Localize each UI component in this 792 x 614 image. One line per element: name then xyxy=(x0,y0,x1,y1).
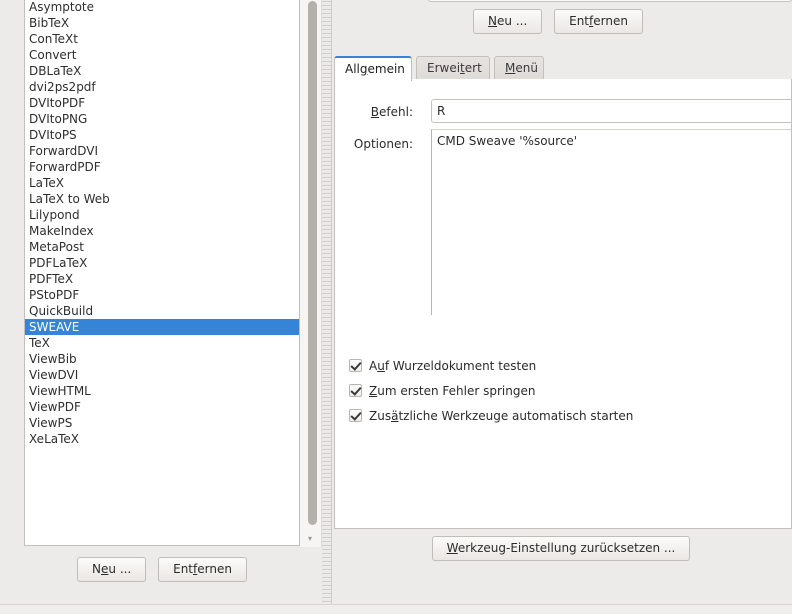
scroll-down-arrow-icon[interactable]: ▾ xyxy=(304,533,316,545)
tool-list-frame: Asymptote BibTeX ConTeXt Convert DBLaTeX dvi2… xyxy=(24,0,300,546)
tool-list-item[interactable]: LaTeX to Web xyxy=(25,191,299,207)
tool-list-item[interactable]: MetaPost xyxy=(25,239,299,255)
tool-list-button-row: Neu ... Entfernen xyxy=(24,557,300,582)
tab-label-prefix: All xyxy=(345,62,360,76)
pane-splitter-handle[interactable] xyxy=(322,0,332,604)
tab-label-suffix: enü xyxy=(515,61,538,75)
tool-list-item[interactable]: ViewDVI xyxy=(25,367,299,383)
tab-menue[interactable]: Menü xyxy=(494,56,544,80)
remove-config-button-suffix: ernen xyxy=(593,14,628,28)
tab-label-mnemonic: g xyxy=(359,62,368,76)
checkmark-icon[interactable] xyxy=(349,359,362,372)
command-input[interactable] xyxy=(431,99,791,123)
checkbox-label-suffix-0: f Wurzeldokument testen xyxy=(384,359,537,373)
truncated-combo-box[interactable] xyxy=(428,0,792,2)
tool-list-item[interactable]: DVItoPNG xyxy=(25,111,299,127)
tool-list-item[interactable]: LaTeX xyxy=(25,175,299,191)
reset-button-row: Werkzeug-Einstellung zurücksetzen ... xyxy=(332,536,790,561)
tab-allgemein[interactable]: Allgemein xyxy=(334,56,412,81)
tool-list-item[interactable]: ForwardDVI xyxy=(25,143,299,159)
reset-button-suffix: erkzeug-Einstellung zurücksetzen ... xyxy=(457,541,676,555)
tool-list-item[interactable]: DBLaTeX xyxy=(25,63,299,79)
remove-tool-button[interactable]: Entfernen xyxy=(158,557,247,582)
tool-list-item[interactable]: Lilypond xyxy=(25,207,299,223)
options-label-text: Optionen: xyxy=(353,137,413,151)
tool-list-item[interactable]: Asymptote xyxy=(25,0,299,15)
new-config-button-suffix: eu ... xyxy=(497,14,528,28)
tab-label-mnemonic: M xyxy=(505,61,516,75)
tool-list-item[interactable]: DVItoPS xyxy=(25,127,299,143)
tool-list-item[interactable]: PDFTeX xyxy=(25,271,299,287)
reset-button-mnemonic: W xyxy=(446,541,458,555)
tool-list-item[interactable]: MakeIndex xyxy=(25,223,299,239)
command-label-mnemonic: B xyxy=(370,105,380,119)
tool-list-item[interactable]: ConTeXt xyxy=(25,31,299,47)
checkbox-row-autostart-extra-tools[interactable]: Zusätzliche Werkzeuge automatisch starte… xyxy=(349,409,633,427)
new-config-button-mnemonic: N xyxy=(488,14,498,28)
remove-config-button-prefix: Ent xyxy=(569,14,590,28)
checkbox-label-prefix-2: Zus xyxy=(369,409,392,423)
tool-list-item[interactable]: ViewBib xyxy=(25,351,299,367)
remove-tool-button-prefix: Ent xyxy=(173,562,194,576)
command-label-suffix: efehl: xyxy=(379,105,413,119)
tool-list[interactable]: Asymptote BibTeX ConTeXt Convert DBLaTeX dvi2… xyxy=(25,0,299,447)
new-tool-button-suffix: u ... xyxy=(108,562,132,576)
new-config-button[interactable]: Neu ... xyxy=(473,9,543,34)
tool-list-item[interactable]: Convert xyxy=(25,47,299,63)
tab-label-suffix: emein xyxy=(367,62,405,76)
new-tool-button[interactable]: Neu ... xyxy=(77,557,147,582)
tool-list-item[interactable]: BibTeX xyxy=(25,15,299,31)
new-tool-button-prefix: N xyxy=(92,562,102,576)
tool-list-item[interactable]: XeLaTeX xyxy=(25,431,299,447)
options-label: Optionen: xyxy=(335,137,413,151)
tab-label-suffix: ert xyxy=(464,61,482,75)
remove-tool-button-suffix: ernen xyxy=(197,562,232,576)
remove-config-button[interactable]: Entfernen xyxy=(554,9,643,34)
tool-list-item[interactable]: ForwardPDF xyxy=(25,159,299,175)
command-label: Befehl: xyxy=(335,105,413,119)
bottom-strip xyxy=(0,605,792,614)
tool-list-item[interactable]: DVItoPDF xyxy=(25,95,299,111)
checkmark-icon[interactable] xyxy=(349,384,362,397)
checkbox-row-test-root-document[interactable]: Auf Wurzeldokument testen xyxy=(349,359,536,377)
checkmark-icon[interactable] xyxy=(349,409,362,422)
scrollbar-trough[interactable] xyxy=(303,0,319,533)
tab-erweitert[interactable]: Erweitert xyxy=(416,56,490,80)
options-textarea[interactable] xyxy=(431,129,791,315)
checkbox-label-prefix-0: A xyxy=(369,359,378,373)
checkbox-label-suffix-1: um ersten Fehler springen xyxy=(377,384,536,398)
checkbox-label-mnemonic-1: Z xyxy=(369,384,378,398)
tab-strip: Allgemein Erweitert Menü xyxy=(334,56,792,81)
tab-panel-allgemein: Befehl: Optionen: Auf Wurzeldokument tes… xyxy=(334,79,792,529)
tool-list-item-selected[interactable]: SWEAVE xyxy=(25,319,299,335)
checkbox-label-mnemonic-0: u xyxy=(377,359,385,373)
tab-label-prefix: Erwei xyxy=(427,61,461,75)
tool-list-item[interactable]: PDFLaTeX xyxy=(25,255,299,271)
tool-list-scrollbar[interactable]: ▾ xyxy=(300,0,322,547)
tool-list-item[interactable]: PStoPDF xyxy=(25,287,299,303)
tool-list-item[interactable]: ViewHTML xyxy=(25,383,299,399)
reset-tool-settings-button[interactable]: Werkzeug-Einstellung zurücksetzen ... xyxy=(431,536,691,561)
tool-list-item[interactable]: TeX xyxy=(25,335,299,351)
checkbox-label-suffix-2: tzliche Werkzeuge automatisch starten xyxy=(398,409,634,423)
tool-config-pane: Neu ... Entfernen Allgemein Erweitert Menü… xyxy=(332,0,792,604)
checkbox-row-jump-to-first-error[interactable]: Zum ersten Fehler springen xyxy=(349,384,535,402)
tool-list-pane: Asymptote BibTeX ConTeXt Convert DBLaTeX dvi2… xyxy=(0,0,322,604)
tool-list-item[interactable]: dvi2ps2pdf xyxy=(25,79,299,95)
tool-list-item[interactable]: QuickBuild xyxy=(25,303,299,319)
tool-list-item[interactable]: ViewPS xyxy=(25,415,299,431)
tool-list-item[interactable]: ViewPDF xyxy=(25,399,299,415)
scrollbar-thumb[interactable] xyxy=(308,1,317,525)
config-button-row: Neu ... Entfernen xyxy=(332,9,784,34)
